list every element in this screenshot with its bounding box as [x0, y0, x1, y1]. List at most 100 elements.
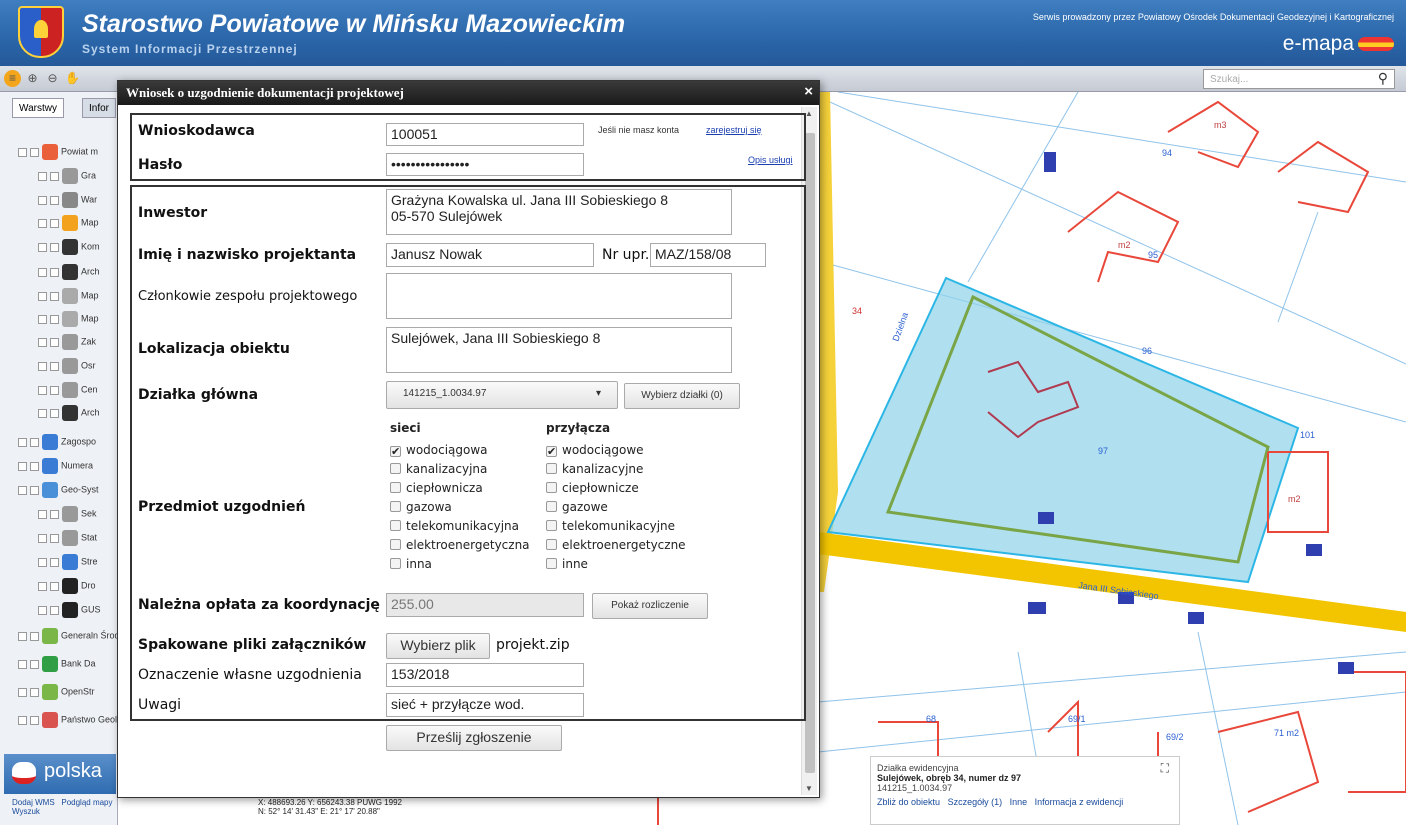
choose-plots-button[interactable]: Wybierz działki (0) [624, 383, 740, 409]
networks-checkbox[interactable]: telekomunikacyjna [390, 519, 519, 533]
applicant-input[interactable]: 100051 [386, 123, 584, 146]
expand-toggle[interactable] [38, 605, 47, 615]
expand-toggle[interactable] [38, 361, 47, 371]
expand-toggle[interactable] [18, 715, 27, 725]
layer-checkbox[interactable] [50, 557, 59, 567]
checkbox-box[interactable] [390, 482, 401, 493]
layer-checkbox[interactable] [50, 509, 59, 519]
layer-checkbox[interactable] [50, 242, 59, 252]
expand-toggle[interactable] [38, 171, 47, 181]
expand-toggle[interactable] [18, 659, 27, 669]
layer-item[interactable]: Arch [38, 405, 100, 425]
networks-checkbox[interactable]: ✔ wodociągowa [390, 443, 488, 457]
search-link[interactable]: Wyszuk [12, 807, 40, 816]
tab-info[interactable]: Infor [82, 98, 117, 118]
expand-toggle[interactable] [18, 687, 27, 697]
checkbox-box[interactable] [390, 558, 401, 569]
expand-icon[interactable]: ⛶ [1161, 761, 1169, 776]
layer-item[interactable]: Bank Da [18, 656, 96, 676]
networks-checkbox[interactable]: inna [390, 557, 432, 571]
expand-toggle[interactable] [38, 218, 47, 228]
checkbox-box[interactable] [546, 520, 557, 531]
pan-icon[interactable]: ✋ [64, 70, 81, 87]
checkbox-box[interactable] [546, 463, 557, 474]
layer-checkbox[interactable] [50, 337, 59, 347]
layer-checkbox[interactable] [50, 291, 59, 301]
layer-checkbox[interactable] [50, 195, 59, 205]
other-link[interactable]: Inne [1010, 797, 1028, 807]
layer-checkbox[interactable] [50, 218, 59, 228]
connections-checkbox[interactable]: ✔ wodociągowe [546, 443, 644, 457]
layer-item[interactable]: Zak [38, 334, 96, 354]
layer-item[interactable]: Map [38, 215, 99, 235]
checkbox-box[interactable] [390, 463, 401, 474]
zoom-in-icon[interactable]: ⊕ [24, 70, 41, 87]
layer-item[interactable]: Kom [38, 239, 100, 259]
expand-toggle[interactable] [38, 509, 47, 519]
connections-checkbox[interactable]: kanalizacyjne [546, 462, 643, 476]
layer-item[interactable]: Generaln Środowi [18, 628, 133, 648]
layer-checkbox[interactable] [30, 631, 39, 641]
zoom-to-object-link[interactable]: Zbliż do obiektu [877, 797, 940, 807]
layer-checkbox[interactable] [50, 581, 59, 591]
connections-checkbox[interactable]: ciepłownicze [546, 481, 639, 495]
layer-checkbox[interactable] [50, 533, 59, 543]
expand-toggle[interactable] [18, 147, 27, 157]
layer-item[interactable]: War [38, 192, 97, 212]
checkbox-box[interactable]: ✔ [390, 446, 401, 457]
add-wms-link[interactable]: Dodaj WMS [12, 798, 55, 807]
layer-checkbox[interactable] [50, 314, 59, 324]
layer-item[interactable]: Dro [38, 578, 96, 598]
layer-item[interactable]: Zagospo [18, 434, 96, 454]
layer-item[interactable]: Geo-Syst [18, 482, 99, 502]
networks-checkbox[interactable]: gazowa [390, 500, 452, 514]
expand-toggle[interactable] [38, 314, 47, 324]
register-link[interactable]: zarejestruj się [706, 125, 762, 135]
expand-toggle[interactable] [18, 461, 27, 471]
expand-toggle[interactable] [38, 337, 47, 347]
networks-checkbox[interactable]: elektroenergetyczna [390, 538, 530, 552]
checkbox-box[interactable] [546, 482, 557, 493]
layer-item[interactable]: Numera [18, 458, 93, 478]
plot-select[interactable]: 141215_1.0034.97 ▾ [386, 381, 618, 409]
search-icon[interactable]: ⚲ [1378, 70, 1388, 87]
expand-toggle[interactable] [38, 195, 47, 205]
layer-item[interactable]: Osr [38, 358, 96, 378]
expand-toggle[interactable] [18, 437, 27, 447]
layer-item[interactable]: Sek [38, 506, 97, 526]
layer-checkbox[interactable] [50, 605, 59, 615]
investor-textarea[interactable]: Grażyna Kowalska ul. Jana III Sobieskieg… [386, 189, 732, 235]
expand-toggle[interactable] [38, 533, 47, 543]
password-input[interactable]: •••••••••••••••• [386, 153, 584, 176]
layer-item[interactable]: Map [38, 311, 99, 331]
checkbox-box[interactable] [546, 501, 557, 512]
checkbox-box[interactable] [390, 520, 401, 531]
tab-layers[interactable]: Warstwy [12, 98, 64, 118]
expand-toggle[interactable] [38, 408, 47, 418]
layer-item[interactable]: Stre [38, 554, 98, 574]
connections-checkbox[interactable]: elektroenergetyczne [546, 538, 686, 552]
connections-checkbox[interactable]: telekomunikacyjne [546, 519, 675, 533]
layer-checkbox[interactable] [30, 687, 39, 697]
layer-checkbox[interactable] [30, 485, 39, 495]
layer-item[interactable]: Cen [38, 382, 98, 402]
checkbox-box[interactable] [390, 501, 401, 512]
map-preview-link[interactable]: Podgląd mapy [61, 798, 112, 807]
expand-toggle[interactable] [18, 485, 27, 495]
choose-file-button[interactable]: Wybierz plik [386, 633, 490, 659]
service-description-link[interactable]: Opis usługi [748, 155, 793, 165]
scrollbar-thumb[interactable] [805, 133, 815, 773]
layer-checkbox[interactable] [30, 461, 39, 471]
layer-item[interactable]: Gra [38, 168, 96, 188]
team-textarea[interactable] [386, 273, 732, 319]
registry-info-link[interactable]: Informacja z ewidencji [1035, 797, 1124, 807]
checkbox-box[interactable]: ✔ [546, 446, 557, 457]
expand-toggle[interactable] [38, 291, 47, 301]
checkbox-box[interactable] [546, 558, 557, 569]
notes-input[interactable]: sieć + przyłącze wod. [386, 693, 584, 717]
networks-checkbox[interactable]: ciepłownicza [390, 481, 483, 495]
details-link[interactable]: Szczegóły (1) [948, 797, 1003, 807]
layer-item[interactable]: OpenStr [18, 684, 95, 704]
layer-item[interactable]: GUS [38, 602, 101, 622]
connections-checkbox[interactable]: inne [546, 557, 588, 571]
